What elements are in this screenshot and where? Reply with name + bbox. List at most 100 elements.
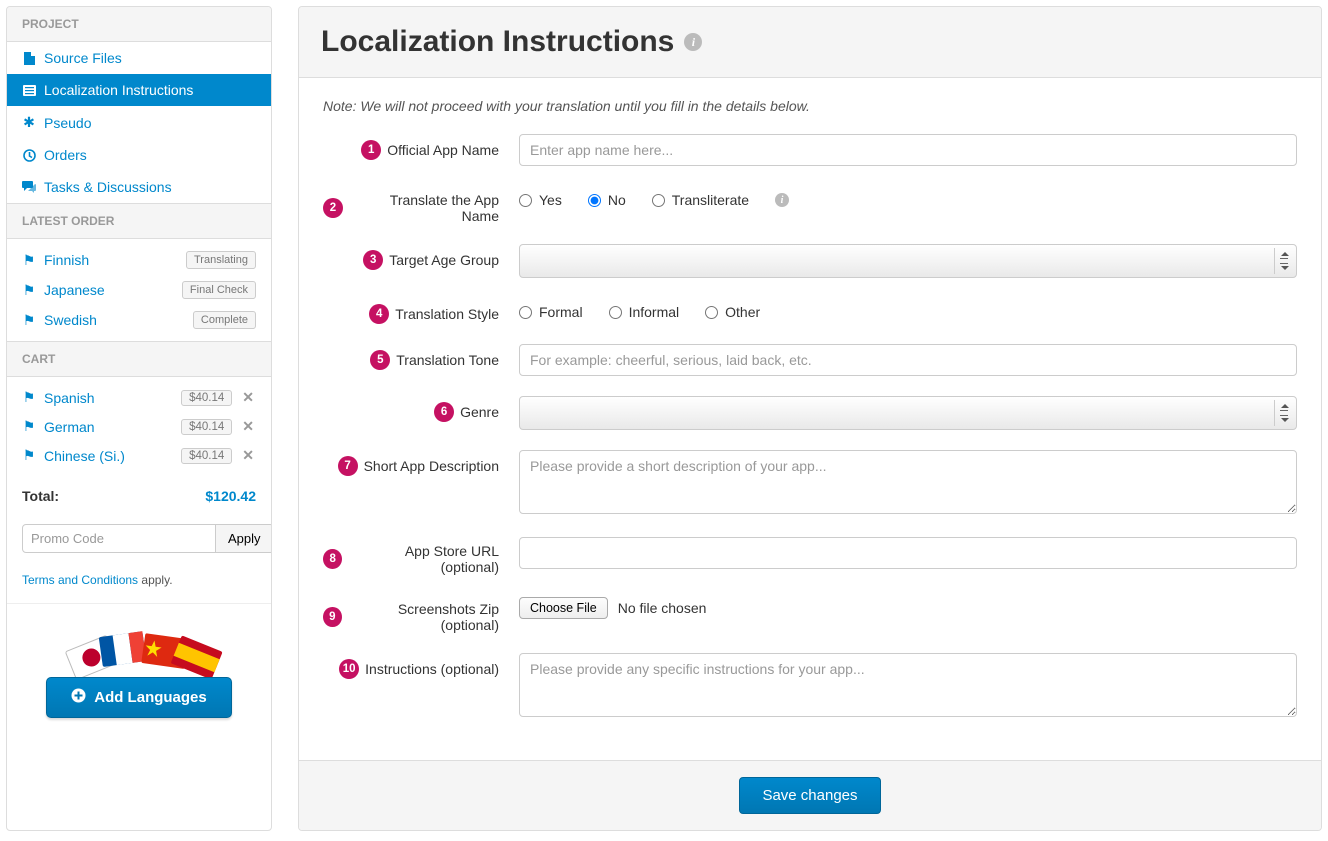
radio-label: No xyxy=(608,192,626,208)
radio-input[interactable] xyxy=(609,306,622,319)
add-languages-label: Add Languages xyxy=(94,689,207,706)
radio-input[interactable] xyxy=(519,306,532,319)
form-label: 10 Instructions (optional) xyxy=(323,653,499,679)
radio-label: Other xyxy=(725,304,760,320)
sidebar-item-label: Source Files xyxy=(44,50,122,66)
main-footer: Save changes xyxy=(299,760,1321,830)
main-header: Localization Instructions i xyxy=(299,7,1321,78)
flag-icon: ⚑ xyxy=(22,252,36,269)
page-title-text: Localization Instructions xyxy=(321,25,674,59)
list-icon xyxy=(22,85,36,96)
form-row-instructions: 10 Instructions (optional) xyxy=(323,653,1297,720)
promo-row: Apply xyxy=(22,524,256,553)
order-item: ⚑ Finnish Translating xyxy=(7,245,271,275)
apply-promo-button[interactable]: Apply xyxy=(216,524,272,553)
save-button[interactable]: Save changes xyxy=(739,777,880,814)
sidebar-item-pseudo[interactable]: ✱ Pseudo xyxy=(7,106,271,139)
flag-icon: ⚑ xyxy=(22,418,36,435)
form-row-age-group: 3 Target Age Group xyxy=(323,244,1297,278)
info-icon[interactable]: i xyxy=(684,33,702,51)
order-lang[interactable]: Japanese xyxy=(44,282,174,298)
sidebar-item-source-files[interactable]: Source Files xyxy=(7,42,271,74)
genre-select[interactable] xyxy=(519,396,1297,430)
order-item: ⚑ Swedish Complete xyxy=(7,305,271,335)
step-badge: 2 xyxy=(323,198,343,218)
radio-no[interactable]: No xyxy=(588,192,626,208)
flags-block: Add Languages xyxy=(7,604,271,742)
remove-icon[interactable]: ✕ xyxy=(240,447,256,464)
status-badge: Complete xyxy=(193,311,256,329)
order-lang[interactable]: Swedish xyxy=(44,312,185,328)
order-item: ⚑ Japanese Final Check xyxy=(7,275,271,305)
latest-order-list: ⚑ Finnish Translating ⚑ Japanese Final C… xyxy=(7,239,271,341)
radio-formal[interactable]: Formal xyxy=(519,304,583,320)
age-group-select[interactable] xyxy=(519,244,1297,278)
step-badge: 5 xyxy=(370,350,390,370)
radio-transliterate[interactable]: Transliterate xyxy=(652,192,749,208)
no-file-text: No file chosen xyxy=(618,600,707,616)
radio-informal[interactable]: Informal xyxy=(609,304,680,320)
radio-input[interactable] xyxy=(705,306,718,319)
sidebar-item-orders[interactable]: Orders xyxy=(7,139,271,171)
sidebar-item-label: Pseudo xyxy=(44,115,91,131)
file-icon xyxy=(22,52,36,65)
cart-total-label: Total: xyxy=(22,488,59,504)
info-icon[interactable]: i xyxy=(775,193,789,207)
remove-icon[interactable]: ✕ xyxy=(240,418,256,435)
label-text: Target Age Group xyxy=(389,252,499,268)
description-textarea[interactable] xyxy=(519,450,1297,514)
status-badge: Final Check xyxy=(182,281,256,299)
radio-input[interactable] xyxy=(519,194,532,207)
add-languages-button[interactable]: Add Languages xyxy=(46,677,232,718)
price-badge: $40.14 xyxy=(181,419,232,435)
form-label: 7 Short App Description xyxy=(323,450,499,476)
instructions-textarea[interactable] xyxy=(519,653,1297,717)
choose-file-button[interactable]: Choose File xyxy=(519,597,608,619)
radio-label: Yes xyxy=(539,192,562,208)
step-badge: 7 xyxy=(338,456,358,476)
promo-code-input[interactable] xyxy=(22,524,216,553)
radio-input[interactable] xyxy=(652,194,665,207)
form-row-genre: 6 Genre xyxy=(323,396,1297,430)
cart-lang[interactable]: German xyxy=(44,419,173,435)
app-name-input[interactable] xyxy=(519,134,1297,166)
form-label: 3 Target Age Group xyxy=(323,244,499,270)
radio-other[interactable]: Other xyxy=(705,304,760,320)
status-badge: Translating xyxy=(186,251,256,269)
terms: Terms and Conditions apply. xyxy=(7,565,271,604)
label-text: Translation Tone xyxy=(396,352,499,368)
asterisk-icon: ✱ xyxy=(22,114,36,131)
form-row-screenshots: 9 Screenshots Zip (optional) Choose File… xyxy=(323,595,1297,633)
comments-icon xyxy=(22,181,36,193)
clock-icon xyxy=(22,149,36,162)
form-row-url: 8 App Store URL (optional) xyxy=(323,537,1297,575)
url-input[interactable] xyxy=(519,537,1297,569)
form-row-tone: 5 Translation Tone xyxy=(323,344,1297,376)
sidebar: Project Source Files Localization Instru… xyxy=(6,6,272,831)
order-lang[interactable]: Finnish xyxy=(44,252,178,268)
label-text: Short App Description xyxy=(364,458,499,474)
cart-item: ⚑ Chinese (Si.) $40.14 ✕ xyxy=(7,441,271,470)
flags-illustration xyxy=(54,624,224,680)
page-title: Localization Instructions i xyxy=(321,25,702,59)
price-badge: $40.14 xyxy=(181,448,232,464)
form-label: 2 Translate the App Name xyxy=(323,186,499,224)
form-label: 1 Official App Name xyxy=(323,134,499,160)
label-text: Genre xyxy=(460,404,499,420)
radio-yes[interactable]: Yes xyxy=(519,192,562,208)
terms-link[interactable]: Terms and Conditions xyxy=(22,573,138,587)
plus-circle-icon xyxy=(71,688,86,707)
sidebar-item-localization-instructions[interactable]: Localization Instructions xyxy=(7,74,271,106)
tone-input[interactable] xyxy=(519,344,1297,376)
cart-lang[interactable]: Spanish xyxy=(44,390,173,406)
step-badge: 10 xyxy=(339,659,359,679)
terms-suffix: apply. xyxy=(138,573,172,587)
radio-label: Informal xyxy=(629,304,680,320)
remove-icon[interactable]: ✕ xyxy=(240,389,256,406)
step-badge: 1 xyxy=(361,140,381,160)
cart-lang[interactable]: Chinese (Si.) xyxy=(44,448,173,464)
sidebar-item-label: Orders xyxy=(44,147,87,163)
radio-input[interactable] xyxy=(588,194,601,207)
flag-icon: ⚑ xyxy=(22,282,36,299)
sidebar-item-tasks-discussions[interactable]: Tasks & Discussions xyxy=(7,171,271,203)
